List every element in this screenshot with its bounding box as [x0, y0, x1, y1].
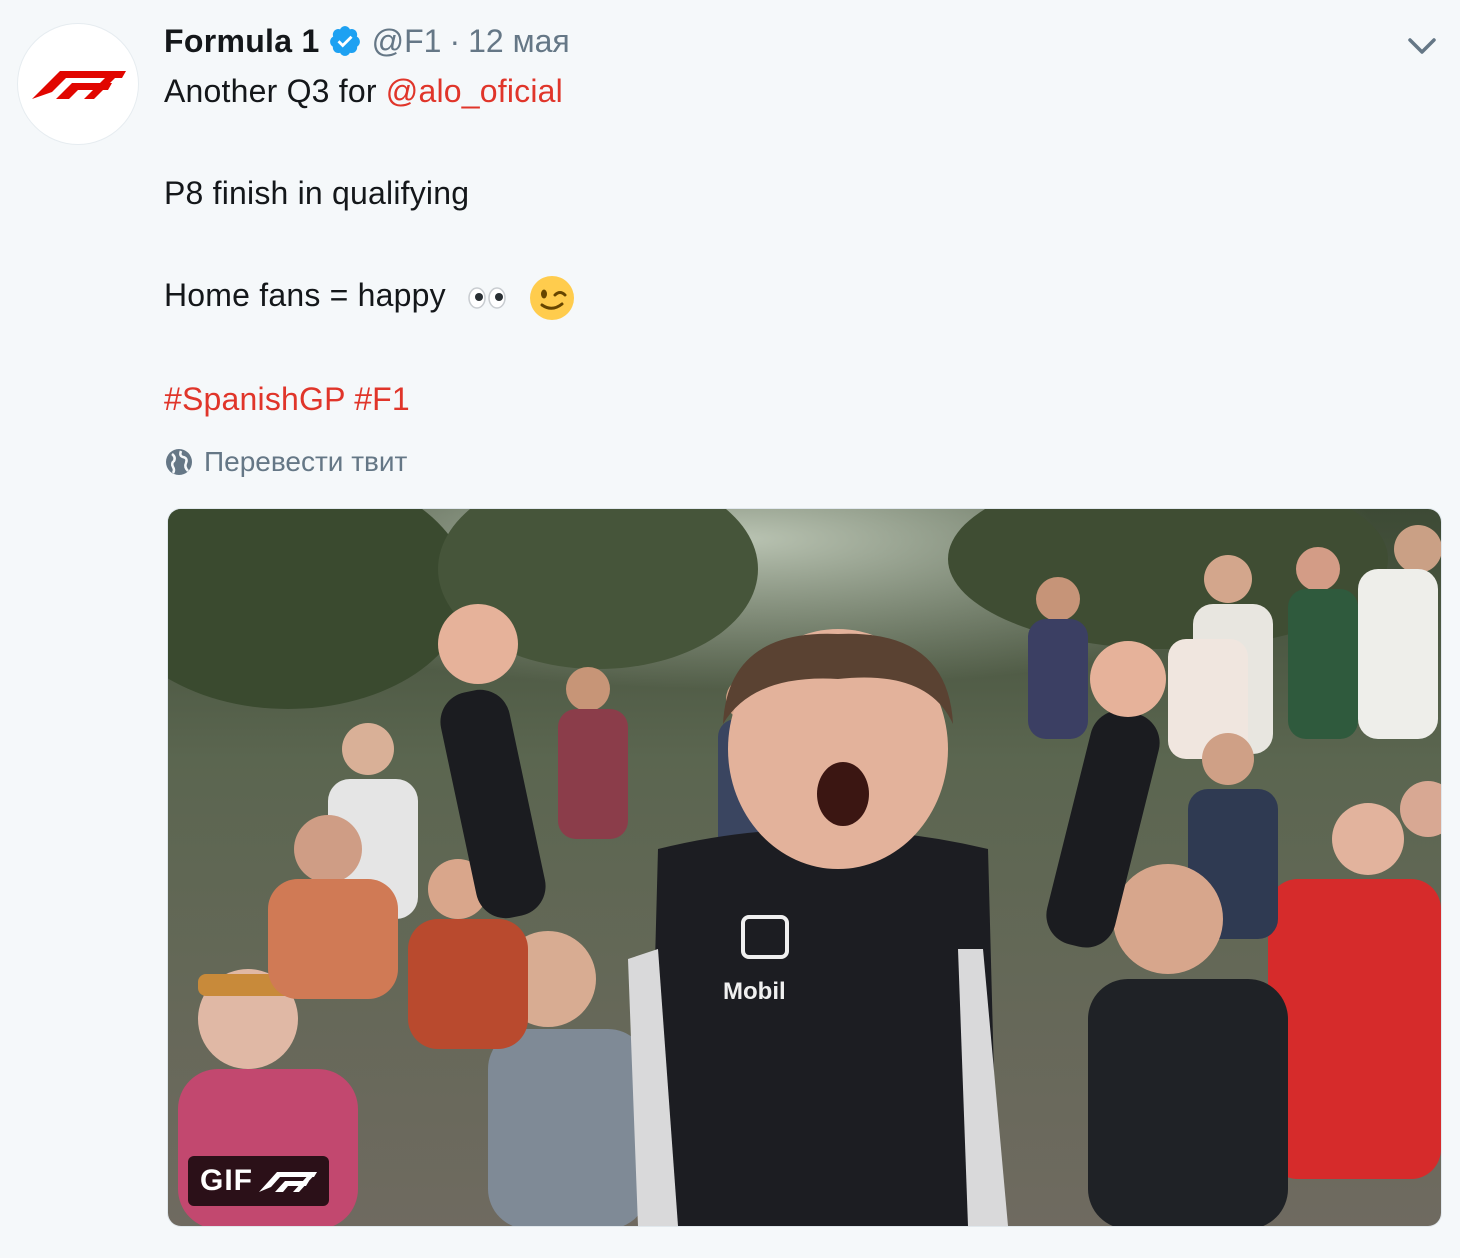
- globe-icon: [166, 448, 192, 475]
- f1-logo-icon: [259, 1172, 317, 1192]
- verified-badge-icon: [329, 26, 360, 56]
- tweet-header: Formula 1 @F1 · 12 мая: [164, 18, 1404, 64]
- tweet-line-3: Home fans = happy: [164, 270, 1404, 322]
- gif-media[interactable]: Mobil GIF: [167, 508, 1442, 1227]
- eyes-emoji-icon: [468, 286, 506, 309]
- svg-text:Mobil: Mobil: [723, 978, 786, 1005]
- tweet-line-2: P8 finish in qualifying: [164, 175, 470, 211]
- translate-tweet-button[interactable]: Перевести твит: [164, 442, 1404, 482]
- tweet-content: Formula 1 @F1 · 12 мая Another Q3 for @a…: [164, 18, 1404, 482]
- translate-label: Перевести твит: [204, 445, 408, 477]
- tweet: Formula 1 @F1 · 12 мая Another Q3 for @a…: [0, 0, 1460, 1258]
- avatar[interactable]: [18, 24, 138, 144]
- tweet-hashtags: #SpanishGP #F1: [164, 374, 1404, 424]
- tweet-line-1: Another Q3 for @alo_oficial: [164, 66, 1404, 116]
- f1-logo-icon: [32, 71, 126, 99]
- gif-badge: GIF: [188, 1156, 329, 1206]
- tweet-date[interactable]: 12 мая: [468, 23, 570, 60]
- author-name[interactable]: Formula 1: [164, 23, 320, 60]
- tweet-line-3-text: Home fans = happy: [164, 277, 446, 313]
- tweet-text: Another Q3 for @alo_oficial P8 finish in…: [164, 66, 1404, 424]
- gif-image: Mobil: [168, 509, 1441, 1226]
- tweet-line-1-prefix: Another Q3 for: [164, 73, 386, 109]
- gif-badge-label: GIF: [200, 1164, 253, 1197]
- author-handle[interactable]: @F1: [372, 23, 442, 60]
- hashtag-link[interactable]: #SpanishGP: [164, 381, 345, 417]
- hashtag-link[interactable]: #F1: [354, 381, 410, 417]
- mention-link[interactable]: @alo_oficial: [386, 73, 563, 109]
- chevron-down-icon[interactable]: [1404, 28, 1440, 64]
- winking-face-emoji-icon: [529, 275, 574, 320]
- header-separator: ·: [449, 22, 461, 59]
